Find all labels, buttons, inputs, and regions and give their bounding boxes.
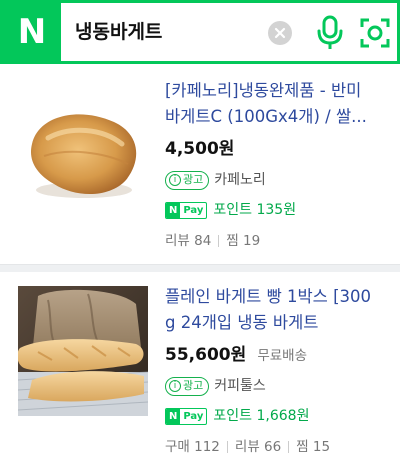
search-bar: N 냉동바게트 xyxy=(0,0,400,64)
npay-row: N Pay 포인트 1,668원 xyxy=(165,404,386,428)
mall-name[interactable]: 커피툴스 xyxy=(214,374,266,398)
smart-lens-icon xyxy=(360,18,390,48)
stats-row: 리뷰 84 찜 19 xyxy=(165,230,386,252)
stat-divider xyxy=(218,235,220,247)
product-info: 플레인 바게트 빵 1박스 [300 g 24개입 냉동 바게트 55,600원… xyxy=(165,284,386,458)
purchase-count[interactable]: 구매 112 xyxy=(165,436,220,458)
npay-pay: Pay xyxy=(183,204,204,216)
npay-badge: N Pay xyxy=(165,407,208,425)
smart-lens-button[interactable] xyxy=(359,17,391,49)
npay-pay: Pay xyxy=(183,410,204,422)
product-title[interactable]: [카페노리]냉동완제품 - 반미 바게트C (100Gx4개) / 쌀... xyxy=(165,78,386,130)
ad-badge[interactable]: i 광고 xyxy=(165,376,210,396)
ad-label: 광고 xyxy=(183,173,204,186)
info-icon: i xyxy=(169,174,181,186)
stat-divider xyxy=(226,441,228,453)
mall-name[interactable]: 카페노리 xyxy=(214,168,266,192)
review-count[interactable]: 리뷰 84 xyxy=(165,230,211,252)
microphone-icon xyxy=(317,15,343,49)
product-card[interactable]: 플레인 바게트 빵 1박스 [300 g 24개입 냉동 바게트 55,600원… xyxy=(0,272,400,462)
voice-search-button[interactable] xyxy=(315,15,345,51)
wish-count[interactable]: 찜 15 xyxy=(296,436,330,458)
naver-logo[interactable]: N xyxy=(3,3,61,61)
product-title[interactable]: 플레인 바게트 빵 1박스 [300 g 24개입 냉동 바게트 xyxy=(165,284,386,336)
product-title-line[interactable]: [카페노리]냉동완제품 - 반미 xyxy=(165,78,386,104)
stat-divider xyxy=(288,441,290,453)
product-price: 4,500원 xyxy=(165,139,235,159)
clear-search-button[interactable] xyxy=(268,21,292,45)
ad-label: 광고 xyxy=(183,379,204,392)
mall-row: i 광고 커피툴스 xyxy=(165,374,386,398)
wish-count[interactable]: 찜 19 xyxy=(226,230,260,252)
ad-badge[interactable]: i 광고 xyxy=(165,170,210,190)
product-price: 55,600원 xyxy=(165,345,247,365)
shipping-info: 무료배송 xyxy=(257,348,308,364)
product-image[interactable] xyxy=(18,82,148,212)
product-card[interactable]: [카페노리]냉동완제품 - 반미 바게트C (100Gx4개) / 쌀... 4… xyxy=(0,64,400,264)
product-title-line[interactable]: 플레인 바게트 빵 1박스 [300 xyxy=(165,284,386,310)
product-title-line[interactable]: g 24개입 냉동 바게트 xyxy=(165,310,386,336)
npay-n: N xyxy=(166,408,181,424)
product-info: [카페노리]냉동완제품 - 반미 바게트C (100Gx4개) / 쌀... 4… xyxy=(165,78,386,252)
npay-badge: N Pay xyxy=(165,201,208,219)
npay-row: N Pay 포인트 135원 xyxy=(165,198,386,222)
product-title-line[interactable]: 바게트C (100Gx4개) / 쌀... xyxy=(165,104,386,130)
card-divider xyxy=(0,264,400,272)
stats-row: 구매 112 리뷰 66 찜 15 xyxy=(165,436,386,458)
search-input[interactable]: 냉동바게트 xyxy=(75,3,162,61)
price-row: 4,500원 xyxy=(165,136,386,162)
mall-row: i 광고 카페노리 xyxy=(165,168,386,192)
npay-points: 포인트 135원 xyxy=(213,202,297,218)
review-count[interactable]: 리뷰 66 xyxy=(235,436,281,458)
npay-n: N xyxy=(166,202,181,218)
product-image[interactable] xyxy=(17,286,149,416)
close-icon xyxy=(274,27,286,39)
npay-points: 포인트 1,668원 xyxy=(213,408,310,424)
price-row: 55,600원 무료배송 xyxy=(165,342,386,368)
info-icon: i xyxy=(169,380,181,392)
